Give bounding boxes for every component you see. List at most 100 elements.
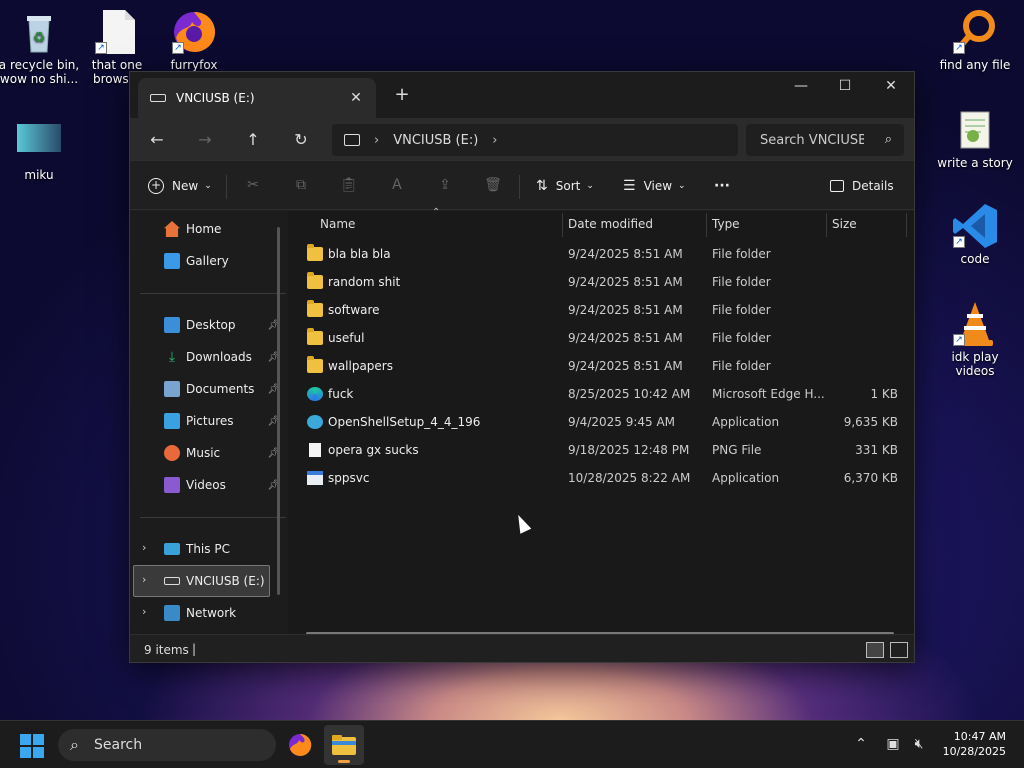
desktop-icon-code[interactable]: ↗ code (933, 202, 1017, 266)
desktop-icon-find-any-file[interactable]: ↗ find any file (933, 8, 1017, 72)
sidebar-scrollbar[interactable] (277, 227, 280, 595)
download-icon: ⤓ (168, 349, 176, 365)
chevron-right-icon[interactable]: › (142, 605, 146, 618)
table-row[interactable]: wallpapers 9/24/2025 8:51 AM File folder (298, 353, 904, 381)
folder-icon (307, 356, 323, 373)
desktop-icon-furryfox[interactable]: ↗ furryfox (152, 8, 236, 72)
monitor-icon (344, 134, 360, 146)
table-row[interactable]: OpenShellSetup_4_4_196 9/4/2025 9:45 AM … (298, 409, 904, 437)
desktop-icon-label: miku (24, 168, 54, 182)
column-header-name[interactable]: Name (320, 211, 355, 239)
sidebar-item-this-pc[interactable]: This PC (164, 535, 282, 563)
sort-button[interactable]: ⇅ Sort ⌄ (536, 173, 594, 199)
file-date: 9/24/2025 8:51 AM (568, 331, 683, 345)
sidebar-item-downloads[interactable]: ⤓ Downloads 📌︎ (164, 343, 282, 371)
file-name: sppsvc (328, 471, 370, 485)
file-size: 331 KB (855, 443, 898, 457)
chevron-right-icon[interactable]: › (492, 133, 497, 148)
navigation-bar: ← → ↑ ↻ › VNCIUSB (E:) › Search VNCIUSB … (130, 118, 914, 160)
column-divider[interactable] (706, 213, 707, 237)
edge-icon (307, 387, 323, 401)
forward-button[interactable]: → (189, 126, 221, 154)
file-date: 9/4/2025 9:45 AM (568, 415, 676, 429)
delete-icon[interactable]: 🗑︎ (483, 175, 503, 195)
up-button[interactable]: ↑ (237, 126, 269, 154)
file-type: File folder (712, 303, 771, 317)
breadcrumb-drive[interactable]: VNCIUSB (E:) (393, 133, 478, 148)
sidebar-item-documents[interactable]: Documents 📌︎ (164, 375, 282, 403)
sidebar-item-videos[interactable]: Videos 📌︎ (164, 471, 282, 499)
view-button[interactable]: ☰ View ⌄ (623, 173, 686, 199)
column-divider[interactable] (906, 213, 907, 237)
new-tab-button[interactable]: + (390, 84, 414, 108)
minimize-button[interactable]: — (778, 72, 824, 102)
details-pane-button[interactable]: Details (830, 173, 894, 199)
file-name: random shit (328, 275, 401, 289)
desktop-icon-recycle-bin[interactable]: ♻ a recycle bin, wow no shi... (0, 8, 81, 86)
table-row[interactable]: opera gx sucks 9/18/2025 12:48 PM PNG Fi… (298, 437, 904, 465)
details-view-icon[interactable] (866, 642, 884, 658)
firefox-icon: ↗ (170, 8, 218, 56)
taskbar-search[interactable]: ⌕ Search (58, 729, 276, 761)
chevron-right-icon[interactable]: › (374, 133, 379, 148)
new-button[interactable]: + New ⌄ (148, 173, 212, 199)
file-name: bla bla bla (328, 247, 391, 261)
more-options-button[interactable]: ··· (714, 173, 730, 199)
desktop-icon-write-a-story[interactable]: write a story (933, 106, 1017, 170)
file-type: File folder (712, 331, 771, 345)
sidebar-item-label: VNCIUSB (E:) (186, 574, 265, 588)
file-date: 9/24/2025 8:51 AM (568, 275, 683, 289)
column-header-type[interactable]: Type (712, 211, 740, 239)
music-icon (164, 445, 180, 461)
column-header-date[interactable]: Date modified (568, 211, 653, 239)
table-row[interactable]: useful 9/24/2025 8:51 AM File folder (298, 325, 904, 353)
table-row[interactable]: sppsvc 10/28/2025 8:22 AM Application 6,… (298, 465, 904, 493)
start-button[interactable] (20, 734, 44, 758)
paste-icon[interactable]: 📋︎ (339, 175, 359, 195)
cut-icon[interactable]: ✂ (243, 175, 263, 195)
sidebar-item-vnciusb[interactable]: VNCIUSB (E:) (164, 567, 282, 595)
sort-icon: ⇅ (536, 178, 548, 194)
refresh-button[interactable]: ↻ (285, 126, 317, 154)
desktop-icon-miku[interactable]: miku (0, 118, 81, 182)
rename-icon[interactable]: Ａ (387, 175, 407, 195)
desktop-icon-vlc[interactable]: ↗ idk play videos (933, 300, 1017, 378)
sidebar-item-network[interactable]: Network (164, 599, 282, 627)
share-icon[interactable]: ⇪ (435, 175, 455, 195)
system-clock[interactable]: 10:47 AM 10/28/2025 (943, 729, 1006, 759)
back-button[interactable]: ← (141, 126, 173, 154)
maximize-button[interactable]: ☐ (822, 72, 868, 102)
file-type: PNG File (712, 443, 762, 457)
setup-icon (307, 415, 323, 429)
copy-icon[interactable]: ⧉ (291, 175, 311, 195)
column-divider[interactable] (826, 213, 827, 237)
tab-close-icon[interactable]: ✕ (344, 90, 368, 106)
table-row[interactable]: software 9/24/2025 8:51 AM File folder (298, 297, 904, 325)
sidebar-item-gallery[interactable]: Gallery (164, 247, 282, 275)
tab-vnciusb[interactable]: VNCIUSB (E:) ✕ (138, 78, 376, 118)
taskbar-firefox[interactable] (288, 733, 312, 757)
taskbar-file-explorer[interactable] (324, 725, 364, 765)
sidebar-item-music[interactable]: Music 📌︎ (164, 439, 282, 467)
sidebar-item-home[interactable]: Home (164, 215, 282, 243)
chevron-right-icon[interactable]: › (142, 541, 146, 554)
volume-muted-icon[interactable]: 🔇︎ (910, 735, 928, 753)
sort-label: Sort (555, 179, 581, 193)
column-divider[interactable] (562, 213, 563, 237)
address-bar[interactable]: › VNCIUSB (E:) › (332, 124, 738, 156)
sidebar-item-desktop[interactable]: Desktop 📌︎ (164, 311, 282, 339)
sidebar-item-pictures[interactable]: Pictures 📌︎ (164, 407, 282, 435)
table-row[interactable]: fuck 8/25/2025 10:42 AM Microsoft Edge H… (298, 381, 904, 409)
table-row[interactable]: random shit 9/24/2025 8:51 AM File folde… (298, 269, 904, 297)
close-button[interactable]: ✕ (868, 72, 914, 102)
sidebar-item-label: This PC (186, 542, 230, 556)
chevron-right-icon[interactable]: › (142, 573, 146, 586)
search-input[interactable]: Search VNCIUSB ⌕ (746, 124, 904, 156)
display-icon[interactable]: ▣ (884, 735, 902, 753)
file-name: wallpapers (328, 359, 393, 373)
column-header-size[interactable]: Size (832, 211, 857, 239)
chevron-up-icon[interactable]: ⌃ (852, 735, 870, 753)
tiles-view-icon[interactable] (890, 642, 908, 658)
table-row[interactable]: bla bla bla 9/24/2025 8:51 AM File folde… (298, 241, 904, 269)
recycle-bin-icon: ♻ (15, 8, 63, 56)
